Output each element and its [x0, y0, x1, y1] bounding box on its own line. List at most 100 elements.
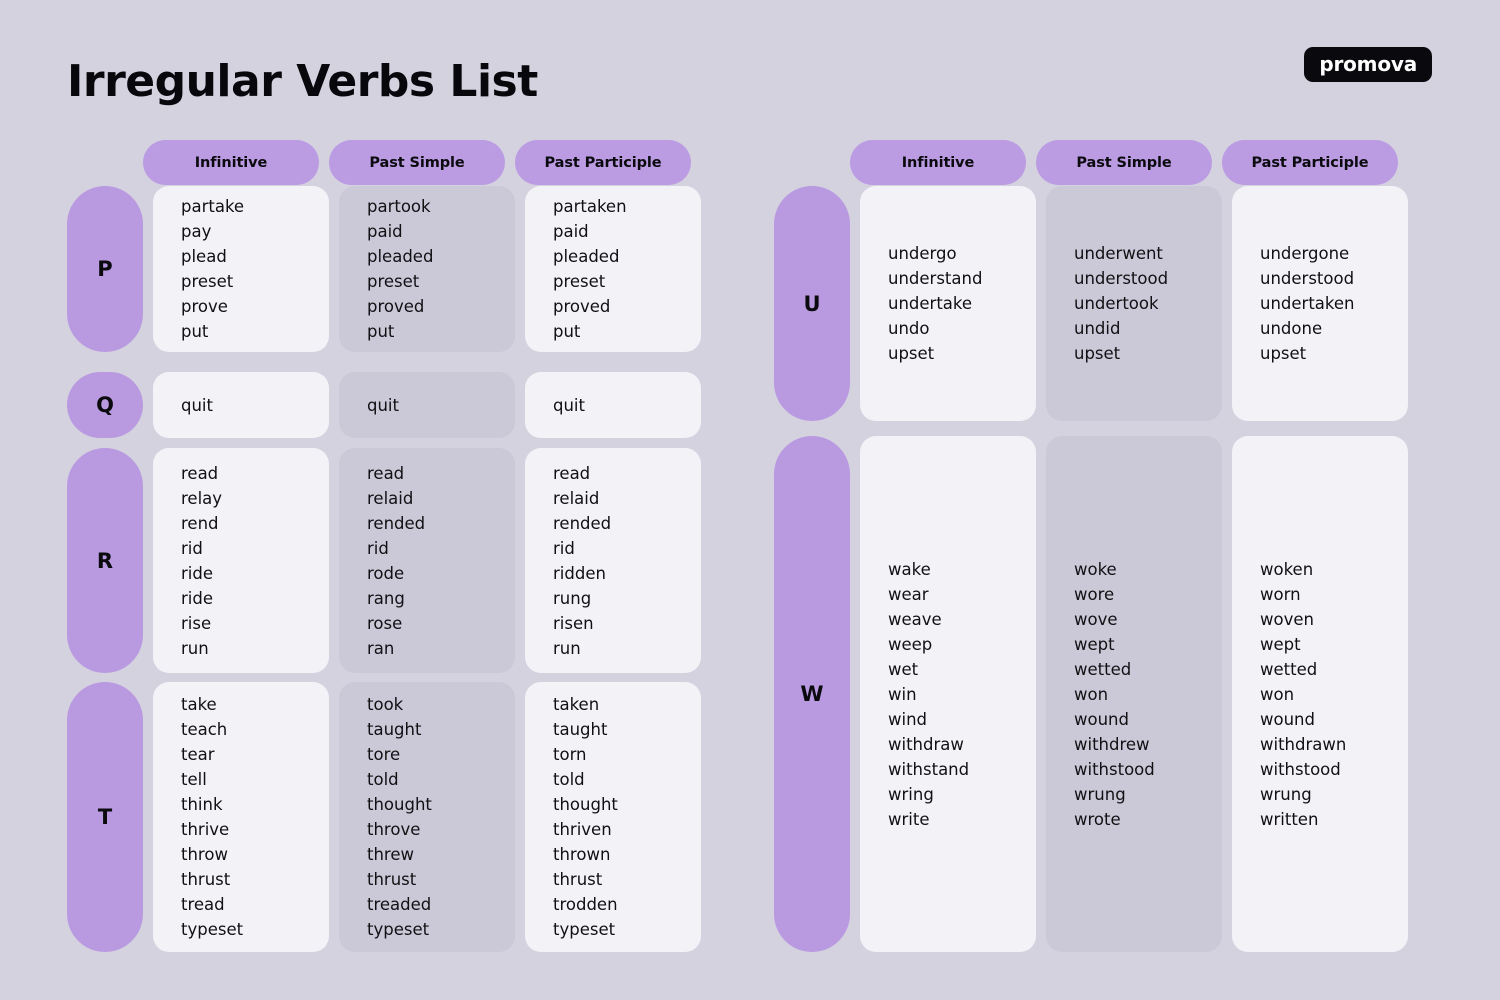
column-header-infinitive: Infinitive: [850, 140, 1026, 185]
verb-cell: partook: [367, 197, 431, 216]
verb-cell: thrive: [181, 820, 230, 839]
verb-cell: wound: [1260, 709, 1315, 729]
verb-cell: put: [367, 322, 395, 341]
verb-cell: understood: [1074, 269, 1169, 288]
verb-cell: undid: [1074, 319, 1121, 338]
verb-cell: rend: [181, 513, 219, 533]
verb-cell: read: [367, 463, 405, 483]
letter-badge-u: U: [774, 186, 850, 421]
verb-cell: preset: [181, 272, 234, 291]
verb-cell: wring: [888, 784, 934, 804]
verb-cell: tread: [181, 895, 225, 914]
verb-cell: throve: [367, 820, 421, 839]
verb-cell: run: [181, 638, 209, 658]
verb-cell: rid: [553, 538, 575, 558]
verb-cell: told: [367, 770, 399, 789]
verb-cell: rended: [553, 513, 612, 533]
verb-cell: partake: [181, 197, 245, 216]
letter-group-w: W wake wear weave weep wet win wind with…: [774, 436, 1408, 952]
verb-cell: wake: [888, 559, 931, 579]
verb-cell: undertook: [1074, 294, 1159, 313]
group-columns-q: quit quit quit: [153, 372, 701, 438]
verb-cell: read: [553, 463, 591, 483]
verb-cell: wore: [1074, 584, 1115, 604]
verb-cell: undertaken: [1260, 294, 1355, 313]
verb-cell: trodden: [553, 895, 618, 914]
group-columns-p: partake pay plead preset prove put parto…: [153, 186, 701, 352]
verb-cell: quit: [181, 395, 213, 415]
group-columns-w: wake wear weave weep wet win wind withdr…: [860, 436, 1408, 952]
column-header-past-participle: Past Participle: [1222, 140, 1398, 185]
letter-badge-p: P: [67, 186, 143, 352]
verb-column-past-participle-q: quit: [525, 372, 701, 438]
verb-cell: withstood: [1260, 759, 1341, 779]
verb-cell: typeset: [553, 920, 616, 939]
verb-cell: put: [181, 322, 209, 341]
verb-cell: thrust: [181, 870, 231, 889]
verb-cell: undertake: [888, 294, 973, 313]
verb-cell: partaken: [553, 197, 627, 216]
verb-cell: run: [553, 638, 581, 658]
group-columns-u: undergo understand undertake undo upset …: [860, 186, 1408, 421]
verb-cell: relaid: [553, 488, 600, 508]
letter-group-u: U undergo understand undertake undo upse…: [774, 186, 1408, 421]
verb-cell: understand: [888, 269, 983, 288]
verb-cell: tear: [181, 745, 215, 764]
promova-logo: promova: [1304, 47, 1432, 82]
verb-cell: taught: [367, 720, 422, 739]
verb-cell: thrust: [553, 870, 603, 889]
verb-cell: preset: [553, 272, 606, 291]
verb-cell: taught: [553, 720, 608, 739]
verb-cell: paid: [367, 222, 403, 241]
group-columns-r: read relay rend rid ride ride rise run r…: [153, 448, 701, 673]
verb-cell: undone: [1260, 319, 1323, 338]
verb-cell: threw: [367, 845, 414, 864]
verb-cell: ride: [181, 588, 213, 608]
verb-column-past-participle-u: undergone understood undertaken undone u…: [1232, 186, 1408, 421]
verb-cell: wept: [1074, 634, 1115, 654]
verb-column-past-participle-t: taken taught torn told thought thriven t…: [525, 682, 701, 952]
verb-cell: rended: [367, 513, 426, 533]
verb-cell: plead: [181, 247, 227, 266]
verb-cell: withdraw: [888, 734, 964, 754]
verb-cell: understood: [1260, 269, 1355, 288]
verb-column-infinitive-u: undergo understand undertake undo upset: [860, 186, 1036, 421]
verb-column-infinitive-p: partake pay plead preset prove put: [153, 186, 329, 352]
verb-cell: upset: [888, 344, 935, 363]
verb-cell: woke: [1074, 559, 1117, 579]
verb-cell: thrown: [553, 845, 611, 864]
verb-cell: weep: [888, 634, 933, 654]
verb-cell: rode: [367, 563, 405, 583]
verb-cell: put: [553, 322, 581, 341]
verb-cell: wetted: [1074, 659, 1132, 679]
letter-group-t: T take teach tear tell think thrive thro…: [67, 682, 701, 952]
verb-cell: worn: [1260, 584, 1301, 604]
verb-column-infinitive-w: wake wear weave weep wet win wind withdr…: [860, 436, 1036, 952]
letter-group-q: Q quit quit quit: [67, 372, 701, 438]
verb-cell: withdrawn: [1260, 734, 1347, 754]
verb-cell: wind: [888, 709, 928, 729]
verb-cell: win: [888, 684, 917, 704]
verb-cell: thrust: [367, 870, 417, 889]
verb-column-infinitive-q: quit: [153, 372, 329, 438]
letter-badge-w: W: [774, 436, 850, 952]
verb-column-past-participle-r: read relaid rended rid ridden rung risen…: [525, 448, 701, 673]
verb-cell: undo: [888, 319, 930, 338]
verb-cell: wrote: [1074, 809, 1121, 829]
verb-cell: typeset: [181, 920, 244, 939]
verb-cell: wetted: [1260, 659, 1318, 679]
verb-column-past-simple-w: woke wore wove wept wetted won wound wit…: [1046, 436, 1222, 952]
verb-cell: ran: [367, 638, 395, 658]
verb-cell: write: [888, 809, 930, 829]
verb-cell: won: [1260, 684, 1295, 704]
verb-cell: rang: [367, 588, 405, 608]
letter-group-p: P partake pay plead preset prove put par…: [67, 186, 701, 352]
column-header-past-simple: Past Simple: [1036, 140, 1212, 185]
verb-cell: wept: [1260, 634, 1301, 654]
verb-cell: quit: [553, 395, 585, 415]
verb-cell: wrung: [1074, 784, 1126, 804]
verb-cell: ridden: [553, 563, 606, 583]
verb-column-past-simple-q: quit: [339, 372, 515, 438]
verb-column-past-simple-r: read relaid rended rid rode rang rose ra…: [339, 448, 515, 673]
column-header-infinitive: Infinitive: [143, 140, 319, 185]
